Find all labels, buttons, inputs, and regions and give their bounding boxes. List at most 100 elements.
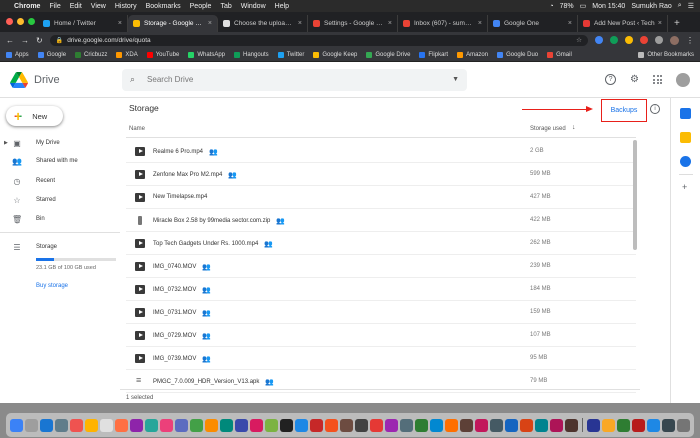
dock-app-icon[interactable] [632, 418, 645, 432]
table-row[interactable]: IMG_0739.MOV 👥 95 MB [126, 347, 636, 370]
column-name-header[interactable]: Name [129, 126, 145, 132]
sidebar-item-bin[interactable]: 🗑 Bin [0, 210, 120, 228]
bookmark-item[interactable]: Cricbuzz [75, 51, 107, 58]
account-avatar[interactable] [676, 72, 690, 87]
dock-app-icon[interactable] [190, 418, 203, 432]
dock-app-icon[interactable] [280, 418, 293, 432]
browser-tab[interactable]: Choose the upload size × [218, 15, 308, 32]
dock-app-icon[interactable] [70, 418, 83, 432]
scrollbar[interactable] [633, 140, 637, 250]
more-vert-icon[interactable]: ⋮ [686, 36, 694, 45]
dock-app-icon[interactable] [235, 418, 248, 432]
close-tab-icon[interactable]: × [118, 20, 122, 27]
sidebar-item-shared-with-me[interactable]: 👥 Shared with me [0, 152, 120, 170]
drive-logo[interactable]: Drive [10, 71, 122, 88]
tasks-icon[interactable] [680, 156, 691, 167]
table-row[interactable]: Zenfone Max Pro M2.mp4 👥 599 MB [126, 163, 636, 186]
browser-tab[interactable]: Storage - Google Drive × [128, 15, 218, 32]
dock-app-icon[interactable] [677, 418, 690, 432]
back-icon[interactable]: ← [6, 36, 14, 45]
dock-app-icon[interactable] [565, 418, 578, 432]
bookmark-item[interactable]: Google Drive [366, 51, 410, 58]
dock-app-icon[interactable] [205, 418, 218, 432]
extension-icon[interactable] [610, 36, 618, 44]
close-tab-icon[interactable]: × [478, 20, 482, 27]
close-window-button[interactable] [6, 18, 13, 25]
close-tab-icon[interactable]: × [208, 20, 212, 27]
bookmark-item[interactable]: Google Keep [313, 51, 357, 58]
table-row[interactable]: IMG_0731.MOV 👥 159 MB [126, 301, 636, 324]
menu-tab[interactable]: Tab [220, 3, 231, 10]
close-tab-icon[interactable]: × [388, 20, 392, 27]
bookmark-item[interactable]: Google [37, 51, 66, 58]
dock-app-icon[interactable] [602, 418, 615, 432]
menu-view[interactable]: View [91, 3, 106, 10]
column-storage-header[interactable]: Storage used [530, 126, 566, 132]
dock-app-icon[interactable] [617, 418, 630, 432]
add-addon-icon[interactable]: + [682, 182, 687, 192]
dock-app-icon[interactable] [460, 418, 473, 432]
dock-app-icon[interactable] [325, 418, 338, 432]
dock-app-icon[interactable] [385, 418, 398, 432]
dock-app-icon[interactable] [100, 418, 113, 432]
bookmark-item[interactable]: Google Duo [497, 51, 538, 58]
dock-app-icon[interactable] [550, 418, 563, 432]
sidebar-item-my-drive[interactable]: ▶ ▣ My Drive [0, 134, 120, 152]
help-icon[interactable]: ? [605, 74, 617, 85]
dock-app-icon[interactable] [340, 418, 353, 432]
bookmark-item[interactable]: Hangouts [234, 51, 269, 58]
profile-avatar[interactable] [670, 35, 679, 45]
dock-app-icon[interactable] [40, 418, 53, 432]
dock-app-icon[interactable] [115, 418, 128, 432]
dock-app-icon[interactable] [145, 418, 158, 432]
dock-app-icon[interactable] [10, 418, 23, 432]
browser-tab[interactable]: Google One × [488, 15, 578, 32]
menu-chrome[interactable]: Chrome [14, 3, 40, 10]
dock-app-icon[interactable] [130, 418, 143, 432]
maximize-window-button[interactable] [28, 18, 35, 25]
sidebar-item-starred[interactable]: ☆ Starred [0, 191, 120, 209]
browser-tab[interactable]: Inbox (607) - sumukh × [398, 15, 488, 32]
keep-icon[interactable] [680, 132, 691, 143]
bookmark-item[interactable]: WhatsApp [188, 51, 225, 58]
table-row[interactable]: Miracle Box 2.58 by 99media sector.com.z… [126, 209, 636, 232]
battery-icon[interactable]: ▭ [580, 2, 587, 10]
info-icon[interactable]: i [650, 104, 660, 114]
wifi-icon[interactable]: ◔ [549, 3, 553, 10]
menu-people[interactable]: People [190, 3, 212, 10]
dock-app-icon[interactable] [505, 418, 518, 432]
bookmark-item[interactable]: Twitter [277, 51, 304, 58]
dock-app-icon[interactable] [490, 418, 503, 432]
dock-app-icon[interactable] [250, 418, 263, 432]
dock-app-icon[interactable] [25, 418, 38, 432]
search-icon[interactable]: ⌕ [130, 74, 135, 85]
bookmark-item[interactable]: Amazon [457, 51, 488, 58]
dock-app-icon[interactable] [370, 418, 383, 432]
close-tab-icon[interactable]: × [298, 20, 302, 27]
menu-window[interactable]: Window [241, 3, 266, 10]
browser-tab[interactable]: Settings - Google Photos × [308, 15, 398, 32]
bookmark-item[interactable]: Gmail [547, 51, 572, 58]
bookmark-item[interactable]: Apps [6, 51, 29, 58]
table-row[interactable]: IMG_0732.MOV 👥 184 MB [126, 278, 636, 301]
extension-icon[interactable] [595, 36, 603, 44]
menubar-user[interactable]: Sumukh Rao [631, 3, 671, 10]
forward-icon[interactable]: → [21, 36, 29, 45]
dock-app-icon[interactable] [220, 418, 233, 432]
backups-button[interactable]: Backups [601, 99, 647, 122]
reload-icon[interactable]: ↻ [36, 36, 43, 45]
minimize-window-button[interactable] [17, 18, 24, 25]
url-text[interactable]: drive.google.com/drive/quota [67, 37, 150, 44]
menu-history[interactable]: History [115, 3, 137, 10]
dock-app-icon[interactable] [647, 418, 660, 432]
sidebar-item-recent[interactable]: ◷ Recent [0, 172, 120, 190]
dock-app-icon[interactable] [415, 418, 428, 432]
dock-app-icon[interactable] [265, 418, 278, 432]
dock-app-icon[interactable] [535, 418, 548, 432]
dock-app-icon[interactable] [400, 418, 413, 432]
bookmark-item[interactable]: Flipkart [419, 51, 448, 58]
new-button[interactable]: + New [6, 106, 63, 126]
extension-icon[interactable] [655, 36, 663, 44]
extension-icon[interactable] [625, 36, 633, 44]
bookmark-item[interactable]: YouTube [146, 51, 179, 58]
